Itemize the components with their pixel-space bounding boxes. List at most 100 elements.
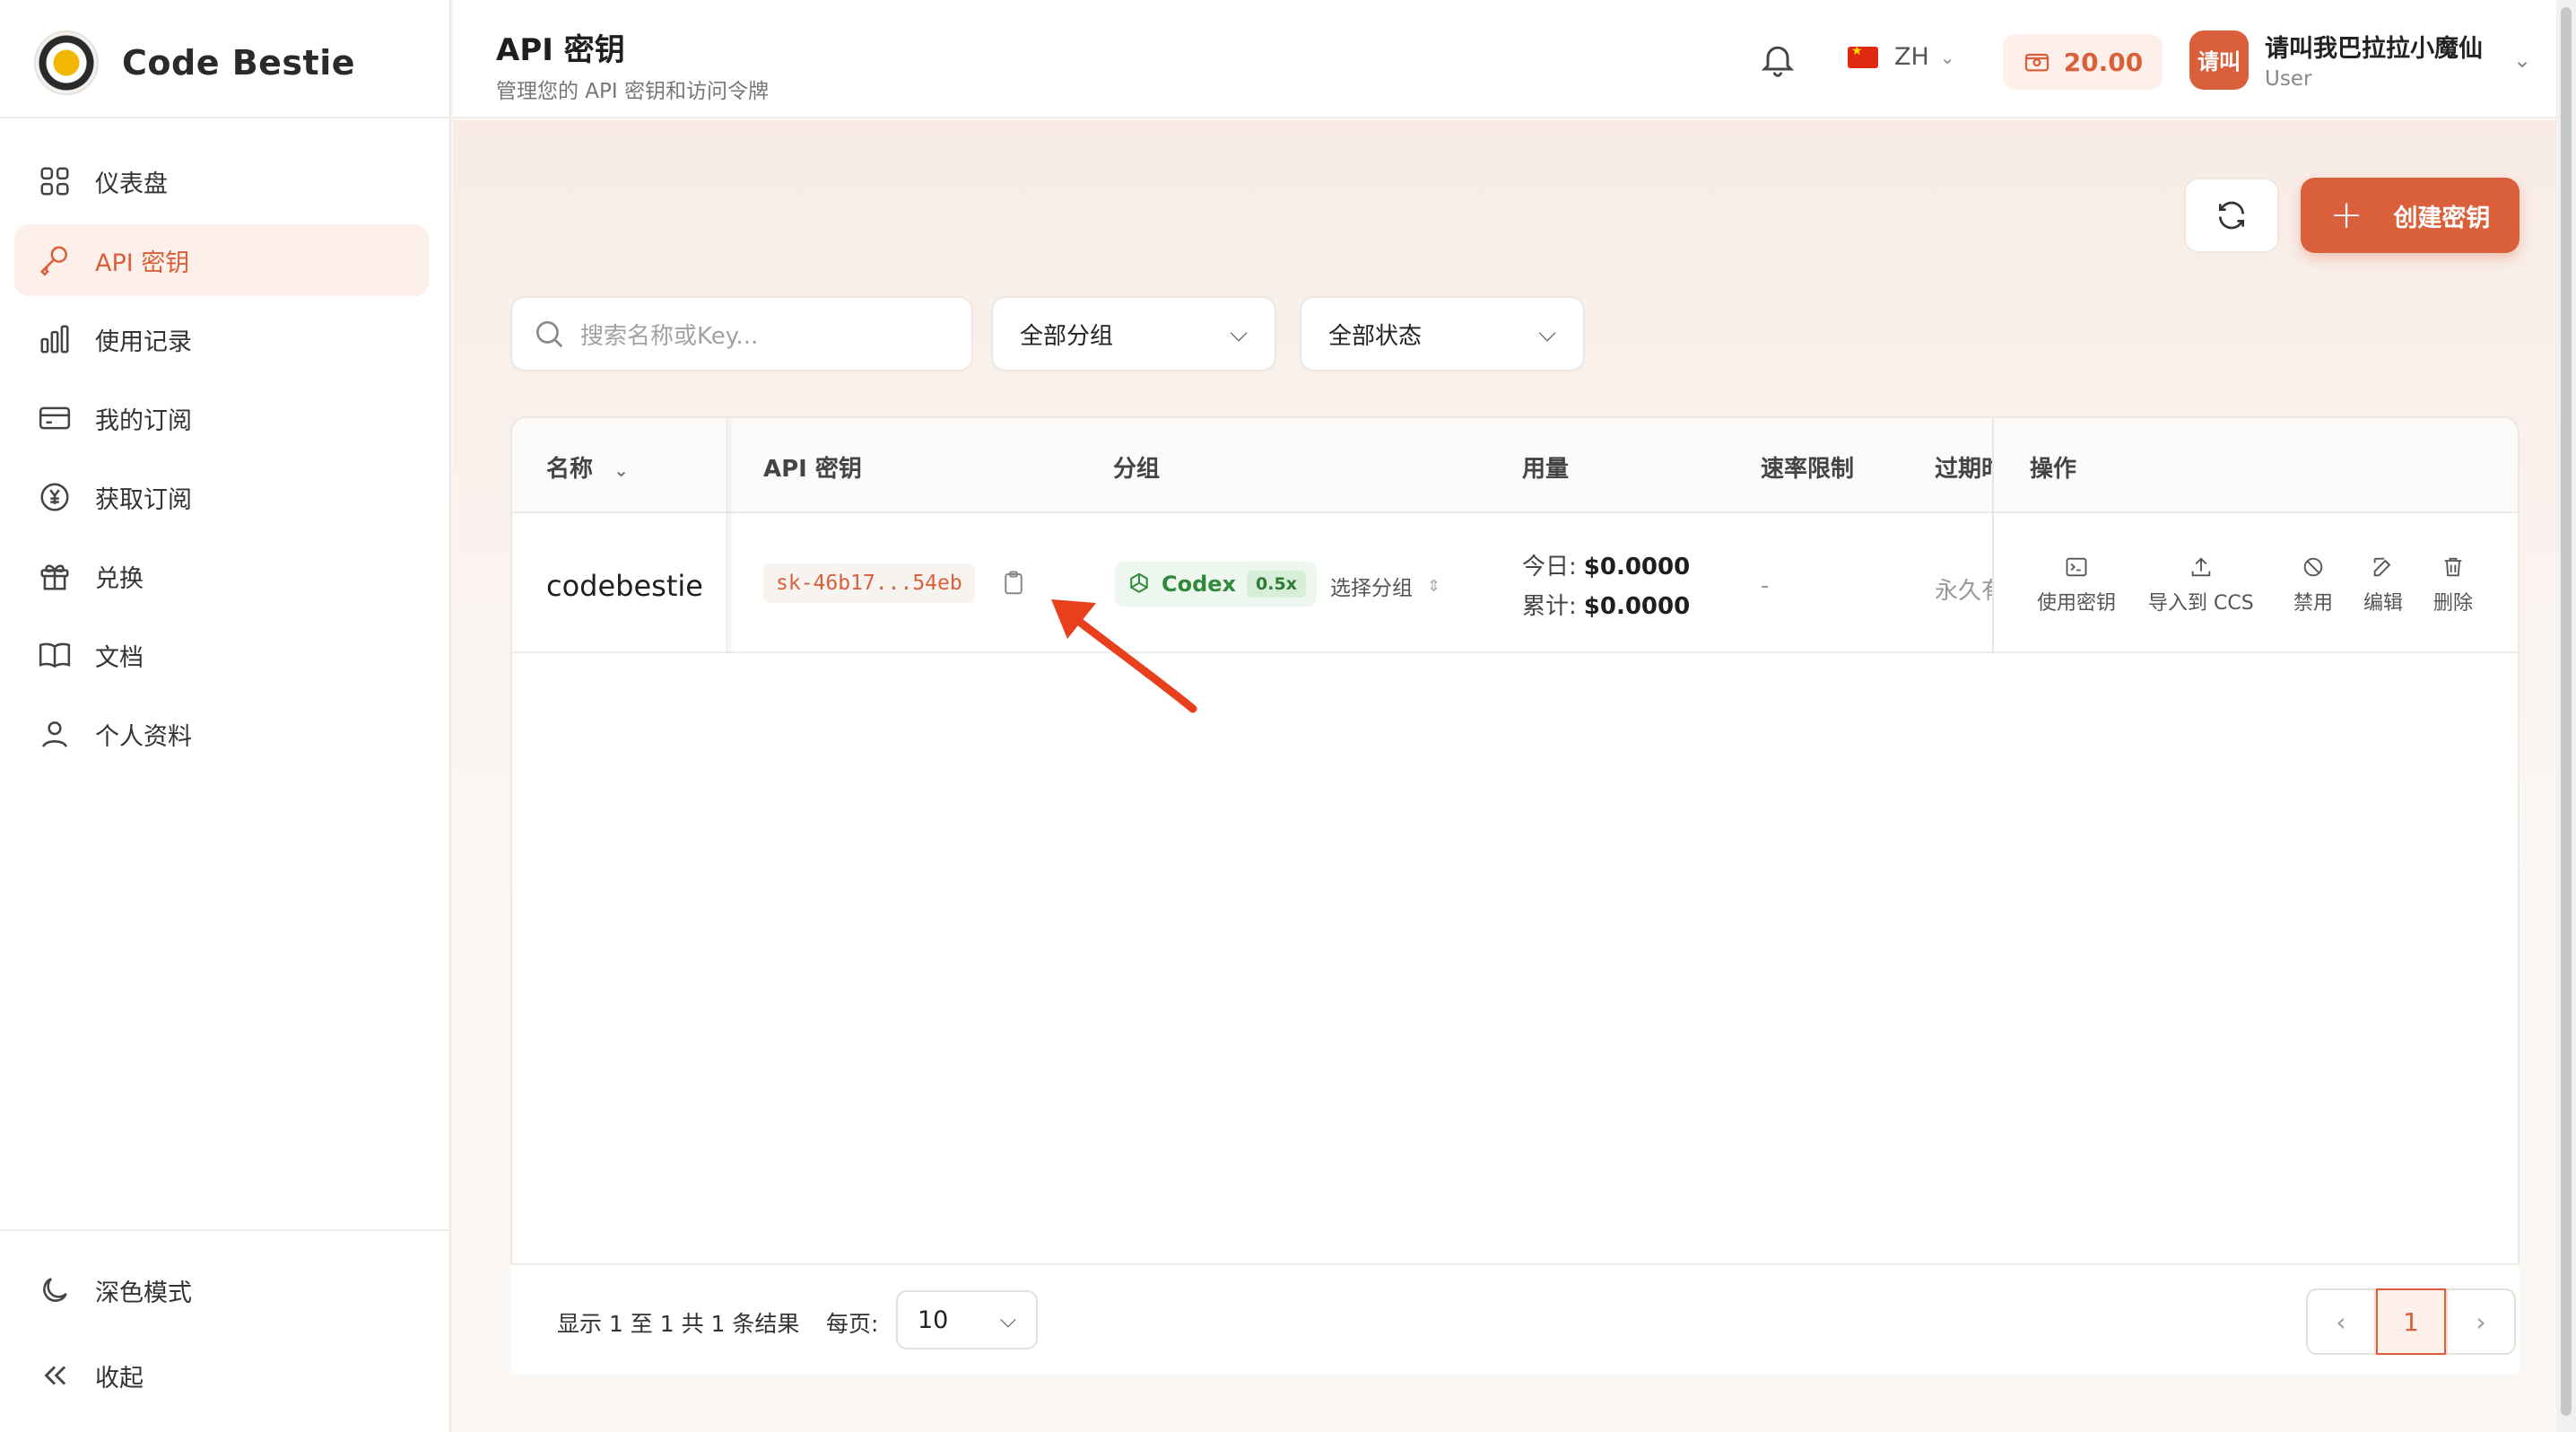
usage-total-label: 累计: [1522,593,1577,620]
column-label: 名称 [546,456,594,483]
dark-mode-label: 深色模式 [95,1279,192,1307]
action-label: 使用密钥 [2037,592,2117,615]
collapse-sidebar-button[interactable]: 收起 [38,1349,144,1402]
edit-button[interactable]: 编辑 [2363,554,2403,616]
refresh-button[interactable] [2184,178,2279,253]
sidebar-item-redeem[interactable]: 兑换 [14,540,429,612]
chevron-down-icon: ⌄ [2513,47,2532,73]
column-header-group: 分组 [1113,456,1161,483]
vertical-scrollbar-thumb[interactable] [2561,7,2572,1416]
terminal-icon [2066,557,2087,577]
pager: ‹ 1 › [2306,1288,2516,1355]
user-menu[interactable]: 请叫 请叫我巴拉拉小魔仙 User ⌄ [2189,29,2531,91]
prev-page-button[interactable]: ‹ [2306,1288,2376,1355]
column-header-key: API 密钥 [763,456,862,483]
search-placeholder: 搜索名称或Key... [580,322,759,350]
column-header-expiry: 过期时 [1935,456,1992,483]
avatar: 请叫 [2189,30,2249,90]
column-header-name[interactable]: 名称 ⌄ [546,450,629,484]
chevrons-left-icon [44,1366,66,1385]
choose-group-select[interactable]: 选择分组 ⇕ [1330,571,1440,601]
brand-name: Code Bestie [122,43,356,83]
sidebar-item-label: 获取订阅 [95,485,192,514]
group-multiplier: 0.5x [1247,571,1306,598]
sidebar-item-subscriptions[interactable]: 我的订阅 [14,382,429,454]
user-name: 请叫我巴拉拉小魔仙 [2265,35,2483,63]
create-key-button[interactable]: + 创建密钥 [2301,178,2519,253]
sidebar-item-get-subscription[interactable]: 获取订阅 [14,461,429,533]
actions-column: 操作 使用密钥 导入到 CCS 禁用 编辑 删除 [1992,418,2518,653]
card-icon [39,406,71,430]
group-filter-select[interactable]: 全部分组 ⌵ [991,296,1276,371]
plus-icon: + [2329,192,2363,238]
trash-icon [2444,557,2462,577]
sidebar-item-label: 个人资料 [95,722,192,751]
chevron-down-icon: ⌵ [999,1307,1016,1332]
balance-badge[interactable]: 20.00 [2003,34,2163,90]
china-flag-icon [1848,44,1878,68]
sidebar-item-usage[interactable]: 使用记录 [14,303,429,375]
page-button-current[interactable]: 1 [2376,1288,2446,1355]
status-filter-value: 全部状态 [1328,322,1423,350]
sidebar-item-docs[interactable]: 文档 [14,619,429,691]
import-ccs-button[interactable]: 导入到 CCS [2148,554,2254,616]
group-name: Codex [1162,572,1237,597]
brand[interactable]: Code Bestie [34,27,355,99]
key-icon [39,246,67,276]
sidebar-item-api-keys[interactable]: API 密钥 [14,224,429,296]
main-content: + 创建密钥 搜索名称或Key... 全部分组 ⌵ 全部状态 ⌵ 名称 ⌄ AP… [453,120,2556,1432]
bar-chart-icon [40,325,69,354]
column-shadow [726,418,735,653]
sidebar-nav: 仪表盘 API 密钥 使用记录 我的订阅 获取订阅 兑换 文档 个人资料 [14,145,429,777]
user-info: 请叫我巴拉拉小魔仙 User [2265,29,2483,91]
use-key-button[interactable]: 使用密钥 [2037,554,2116,616]
action-label: 导入到 CCS [2148,592,2254,615]
copy-icon[interactable] [1000,569,1027,598]
sidebar-item-label: 仪表盘 [95,170,168,198]
balance-amount: 20.00 [2063,47,2144,77]
status-filter-select[interactable]: 全部状态 ⌵ [1300,296,1585,371]
ban-icon [2303,557,2323,577]
chevron-left-icon: ‹ [2336,1306,2346,1337]
per-page-value: 10 [918,1305,949,1334]
api-keys-table: 名称 ⌄ API 密钥 分组 用量 速率限制 过期时 codebestie sk… [510,416,2519,1340]
group-badge: Codex 0.5x [1115,562,1317,607]
per-page-select[interactable]: 10 ⌵ [896,1290,1038,1349]
action-label: 编辑 [2363,592,2404,615]
language-selector[interactable]: ZH ⌄ [1848,43,1955,71]
user-role: User [2265,67,2312,91]
dark-mode-toggle[interactable]: 深色模式 [38,1263,192,1317]
collapse-label: 收起 [95,1364,144,1393]
column-header-actions: 操作 [2030,456,2077,483]
search-input[interactable]: 搜索名称或Key... [510,296,973,371]
action-label: 删除 [2433,592,2474,615]
sidebar-item-label: 兑换 [95,564,144,593]
bell-icon[interactable] [1758,39,1797,79]
delete-button[interactable]: 删除 [2433,554,2473,616]
sidebar-item-profile[interactable]: 个人资料 [14,698,429,770]
chevron-right-icon: › [2476,1306,2486,1337]
sidebar-item-label: 我的订阅 [95,406,192,435]
sidebar-item-dashboard[interactable]: 仪表盘 [14,145,429,217]
up-down-icon: ⇕ [1427,576,1441,596]
usage-cell: 今日: $0.0000 累计: $0.0000 [1522,547,1690,626]
usage-total-value: $0.0000 [1583,593,1691,620]
column-header-usage: 用量 [1522,456,1570,483]
pagination-bar: 显示 1 至 1 共 1 条结果 每页: 10 ⌵ ‹ 1 › [510,1263,2519,1375]
page-subtitle: 管理您的 API 密钥和访问令牌 [496,80,770,103]
sidebar: Code Bestie 仪表盘 API 密钥 使用记录 我的订阅 获取订阅 兑换… [0,0,451,1432]
openai-icon [1130,572,1148,593]
disable-button[interactable]: 禁用 [2293,554,2333,616]
sidebar-item-label: 使用记录 [95,327,192,356]
group-filter-value: 全部分组 [1020,322,1114,350]
upload-icon [2191,557,2211,577]
divider [0,117,451,118]
choose-group-label: 选择分组 [1330,577,1413,600]
api-key-value: sk-46b17...54eb [763,563,975,603]
vertical-scrollbar[interactable] [2556,0,2576,1432]
next-page-button[interactable]: › [2446,1288,2516,1355]
top-header: API 密钥 管理您的 API 密钥和访问令牌 ZH ⌄ 20.00 请叫 请叫… [453,0,2556,118]
search-icon [535,320,563,348]
usage-today-label: 今日: [1522,554,1577,581]
chevron-down-icon: ⌄ [1939,46,1955,68]
